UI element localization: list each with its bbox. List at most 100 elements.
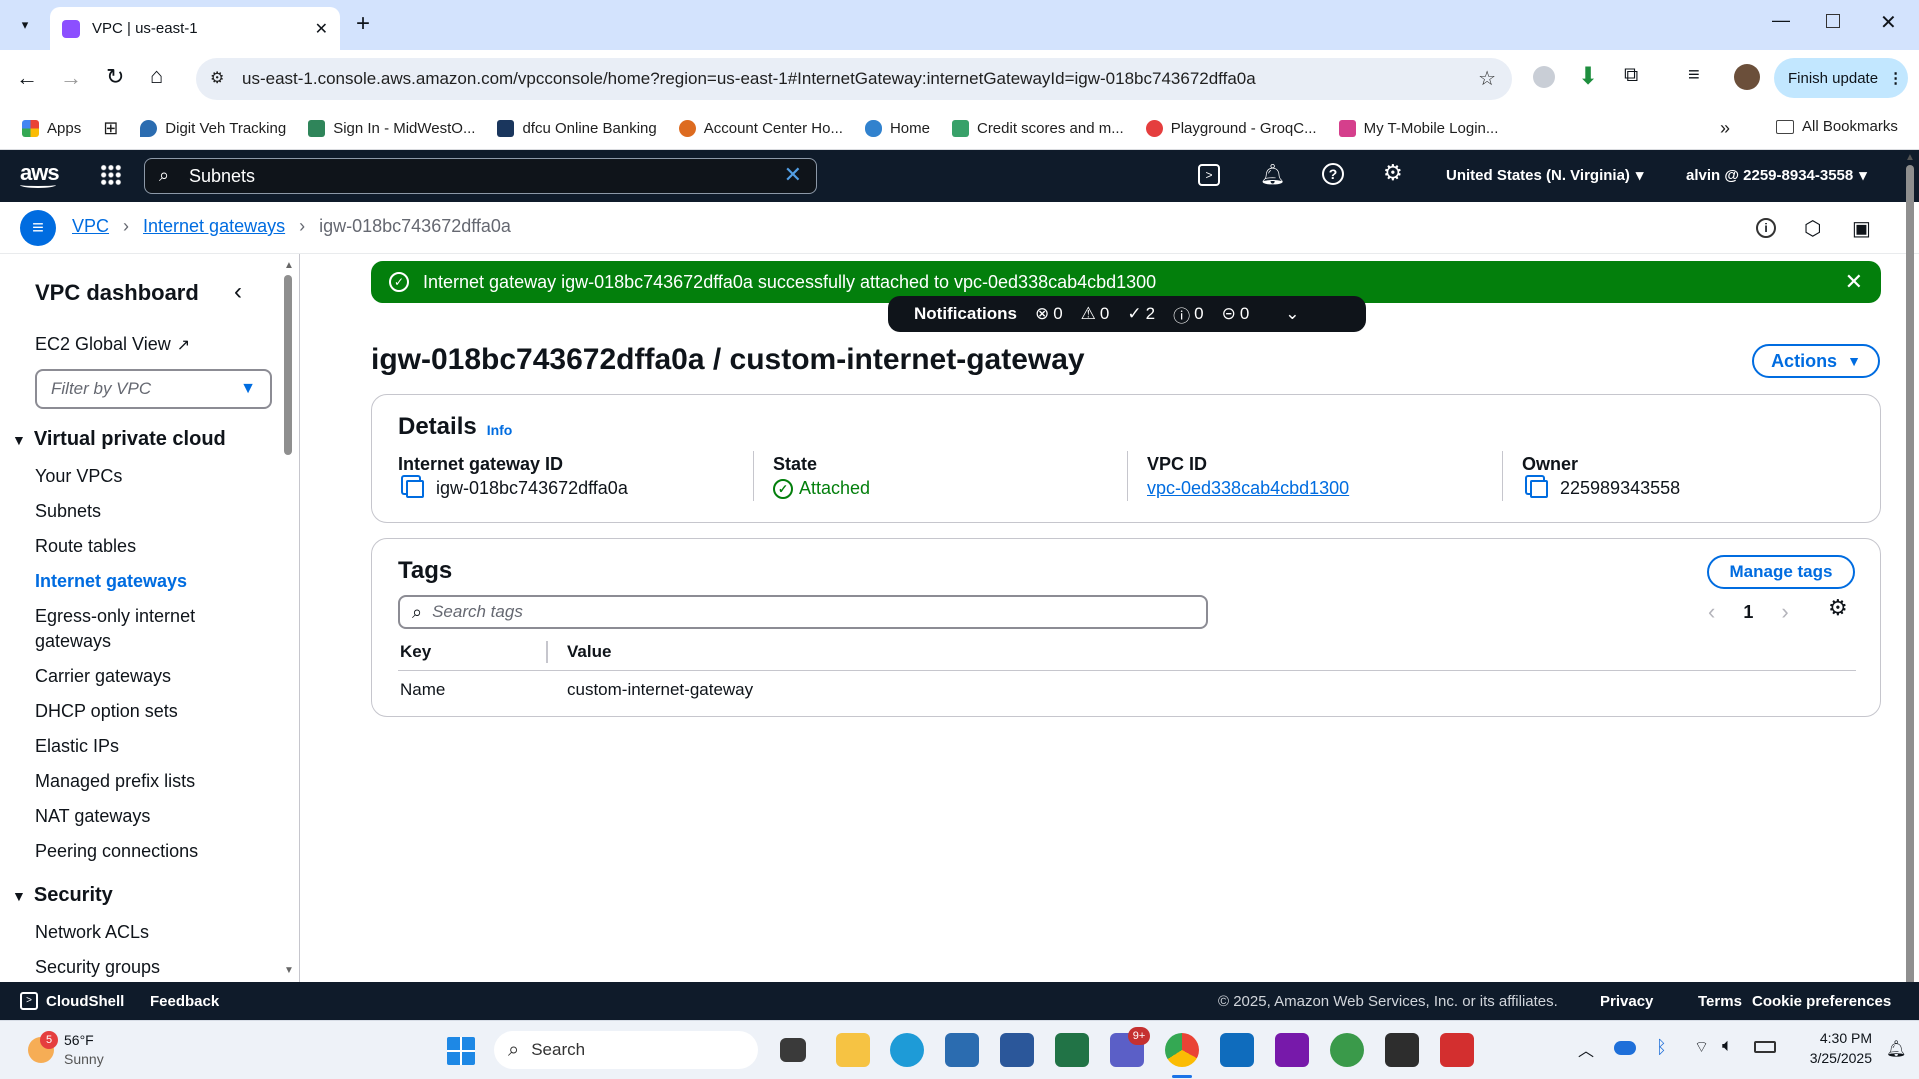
- feedback-link[interactable]: Feedback: [150, 993, 219, 1010]
- manage-tags-button[interactable]: Manage tags: [1707, 555, 1855, 589]
- sidebar-item-route-tables[interactable]: Route tables: [35, 536, 136, 557]
- scroll-up-icon[interactable]: ▲: [1903, 152, 1917, 163]
- next-page-icon[interactable]: ›: [1781, 599, 1788, 625]
- table-settings-gear-icon[interactable]: ⚙: [1828, 595, 1848, 621]
- sidebar-item-subnets[interactable]: Subnets: [35, 501, 101, 522]
- clear-search-icon[interactable]: ✕: [784, 162, 802, 188]
- clock-date[interactable]: 3/25/2025: [1796, 1050, 1872, 1066]
- scroll-thumb[interactable]: [1906, 165, 1914, 995]
- dismiss-flash-icon[interactable]: ✕: [1845, 269, 1863, 295]
- page-scrollbar[interactable]: ▲: [1903, 152, 1917, 1018]
- more-bookmarks-icon[interactable]: »: [1720, 118, 1730, 139]
- extensions-puzzle-icon[interactable]: ⧉: [1624, 64, 1638, 87]
- edge-browser-icon[interactable]: [890, 1033, 924, 1067]
- cloudshell-button[interactable]: > CloudShell: [20, 992, 124, 1010]
- home-icon[interactable]: ⌂: [150, 63, 163, 89]
- privacy-link[interactable]: Privacy: [1600, 993, 1653, 1010]
- microsoft-store-icon[interactable]: [945, 1033, 979, 1067]
- scroll-down-icon[interactable]: ▼: [284, 965, 294, 976]
- sidebar-scrollbar[interactable]: ▲ ▼: [284, 260, 294, 976]
- network-globe-icon[interactable]: [1330, 1033, 1364, 1067]
- maximize-icon[interactable]: [1826, 14, 1840, 28]
- scroll-up-icon[interactable]: ▲: [284, 260, 294, 271]
- help-icon[interactable]: ?: [1322, 163, 1344, 185]
- terms-link[interactable]: Terms: [1698, 993, 1742, 1010]
- close-window-icon[interactable]: ✕: [1880, 10, 1897, 35]
- sidebar-item-security-groups[interactable]: Security groups: [35, 957, 160, 978]
- acrobat-icon[interactable]: [1440, 1033, 1474, 1067]
- reload-icon[interactable]: ↻: [106, 64, 124, 90]
- extension-icon[interactable]: [1533, 66, 1555, 88]
- notifications-bar[interactable]: Notifications ⊗ 0 ⚠ 0 ✓ 2 ⓘ 0 ⊝ 0 ⌄: [888, 296, 1366, 332]
- sidebar-item-nat-gateways[interactable]: NAT gateways: [35, 806, 150, 827]
- section-virtual-private-cloud[interactable]: ▼ Virtual private cloud: [12, 428, 226, 451]
- account-menu[interactable]: alvin @ 2259-8934-3558 ▾: [1686, 166, 1867, 185]
- outlook-icon[interactable]: [1220, 1033, 1254, 1067]
- show-hidden-icons-chevron-icon[interactable]: ︿: [1578, 1037, 1594, 1061]
- address-bar[interactable]: ⚙ us-east-1.console.aws.amazon.com/vpcco…: [196, 58, 1512, 100]
- vpc-id-link[interactable]: vpc-0ed338cab4cbd1300: [1147, 478, 1349, 499]
- sidebar-item-carrier-gateways[interactable]: Carrier gateways: [35, 666, 171, 687]
- media-controls-icon[interactable]: ≡: [1688, 64, 1700, 87]
- aws-logo[interactable]: aws: [20, 160, 60, 188]
- prev-page-icon[interactable]: ‹: [1708, 599, 1715, 625]
- back-icon[interactable]: ←: [16, 65, 38, 91]
- filter-by-vpc-select[interactable]: Filter by VPC ▼: [35, 369, 272, 409]
- notification-center-bell-icon[interactable]: 🔔︎: [1886, 1039, 1906, 1059]
- close-tab-icon[interactable]: ✕: [315, 19, 328, 39]
- expand-chevron-icon[interactable]: ⌄: [1285, 304, 1299, 324]
- sidebar-item-network-acls[interactable]: Network ACLs: [35, 922, 149, 943]
- region-selector[interactable]: United States (N. Virginia) ▾: [1446, 166, 1643, 185]
- excel-icon[interactable]: [1055, 1033, 1089, 1067]
- page-number[interactable]: 1: [1743, 602, 1753, 623]
- breadcrumb-vpc[interactable]: VPC: [72, 216, 109, 237]
- profile-avatar[interactable]: [1734, 64, 1760, 90]
- finish-update-button[interactable]: Finish update ⋮: [1774, 58, 1908, 98]
- windows-start-icon[interactable]: [447, 1037, 475, 1065]
- copy-icon[interactable]: [406, 479, 424, 498]
- wifi-icon[interactable]: ⌔: [1694, 1037, 1709, 1057]
- bookmark-star-icon[interactable]: ☆: [1478, 66, 1496, 91]
- minimize-icon[interactable]: —: [1772, 10, 1790, 31]
- new-tab-button[interactable]: +: [356, 10, 370, 38]
- hamburger-menu-icon[interactable]: ≡: [20, 210, 56, 246]
- bookmark-credit-karma[interactable]: Credit scores and m...: [951, 120, 1124, 137]
- sidebar-item-managed-prefix-lists[interactable]: Managed prefix lists: [35, 771, 195, 792]
- forward-icon[interactable]: →: [60, 65, 82, 91]
- sidebar-item-dhcp-option-sets[interactable]: DHCP option sets: [35, 701, 178, 722]
- tab-search-button[interactable]: ▾: [10, 12, 40, 38]
- tab-groups-icon[interactable]: ⊞: [103, 118, 118, 139]
- collapse-sidebar-icon[interactable]: ‹: [234, 278, 242, 306]
- sidebar-item-egress-only-cont[interactable]: gateways: [35, 631, 111, 652]
- site-info-icon[interactable]: ⚙: [210, 68, 224, 88]
- details-info-link[interactable]: Info: [487, 422, 513, 438]
- bookmark-home[interactable]: Home: [864, 120, 930, 137]
- bookmark-midwest[interactable]: Sign In - MidWestO...: [308, 120, 475, 137]
- info-panel-icon[interactable]: i: [1756, 218, 1776, 238]
- battery-icon[interactable]: [1754, 1041, 1776, 1053]
- file-explorer-icon[interactable]: [836, 1033, 870, 1067]
- aws-search-input[interactable]: ⌕ Subnets ✕: [144, 158, 817, 194]
- sidebar-item-your-vpcs[interactable]: Your VPCs: [35, 466, 122, 487]
- settings-gear-icon[interactable]: ⚙: [1383, 160, 1403, 186]
- copy-icon[interactable]: [1530, 479, 1548, 498]
- onenote-icon[interactable]: [1275, 1033, 1309, 1067]
- weather-widget[interactable]: 5 56°F Sunny: [24, 1031, 144, 1071]
- taskbar-search[interactable]: ⌕ Search: [494, 1031, 758, 1069]
- notifications-bell-icon[interactable]: 🔔︎: [1260, 162, 1285, 187]
- sidebar-item-elastic-ips[interactable]: Elastic IPs: [35, 736, 119, 757]
- chrome-icon[interactable]: [1165, 1033, 1199, 1067]
- bluetooth-icon[interactable]: ᛒ: [1656, 1037, 1667, 1058]
- cookie-preferences-link[interactable]: Cookie preferences: [1752, 993, 1891, 1010]
- onedrive-cloud-icon[interactable]: [1614, 1041, 1636, 1055]
- feedback-screen-icon[interactable]: ▣: [1852, 216, 1871, 241]
- sidebar-title[interactable]: VPC dashboard: [35, 280, 199, 306]
- search-tags-input[interactable]: ⌕ Search tags: [398, 595, 1208, 629]
- sidebar-item-egress-only[interactable]: Egress-only internet: [35, 606, 195, 627]
- ec2-global-view-link[interactable]: EC2 Global View ↗: [35, 334, 190, 355]
- sidebar-item-peering-connections[interactable]: Peering connections: [35, 841, 198, 862]
- breadcrumb-internet-gateways[interactable]: Internet gateways: [143, 216, 285, 237]
- terminal-icon[interactable]: [1385, 1033, 1419, 1067]
- scroll-thumb[interactable]: [284, 275, 292, 455]
- sidebar-item-internet-gateways[interactable]: Internet gateways: [35, 571, 187, 592]
